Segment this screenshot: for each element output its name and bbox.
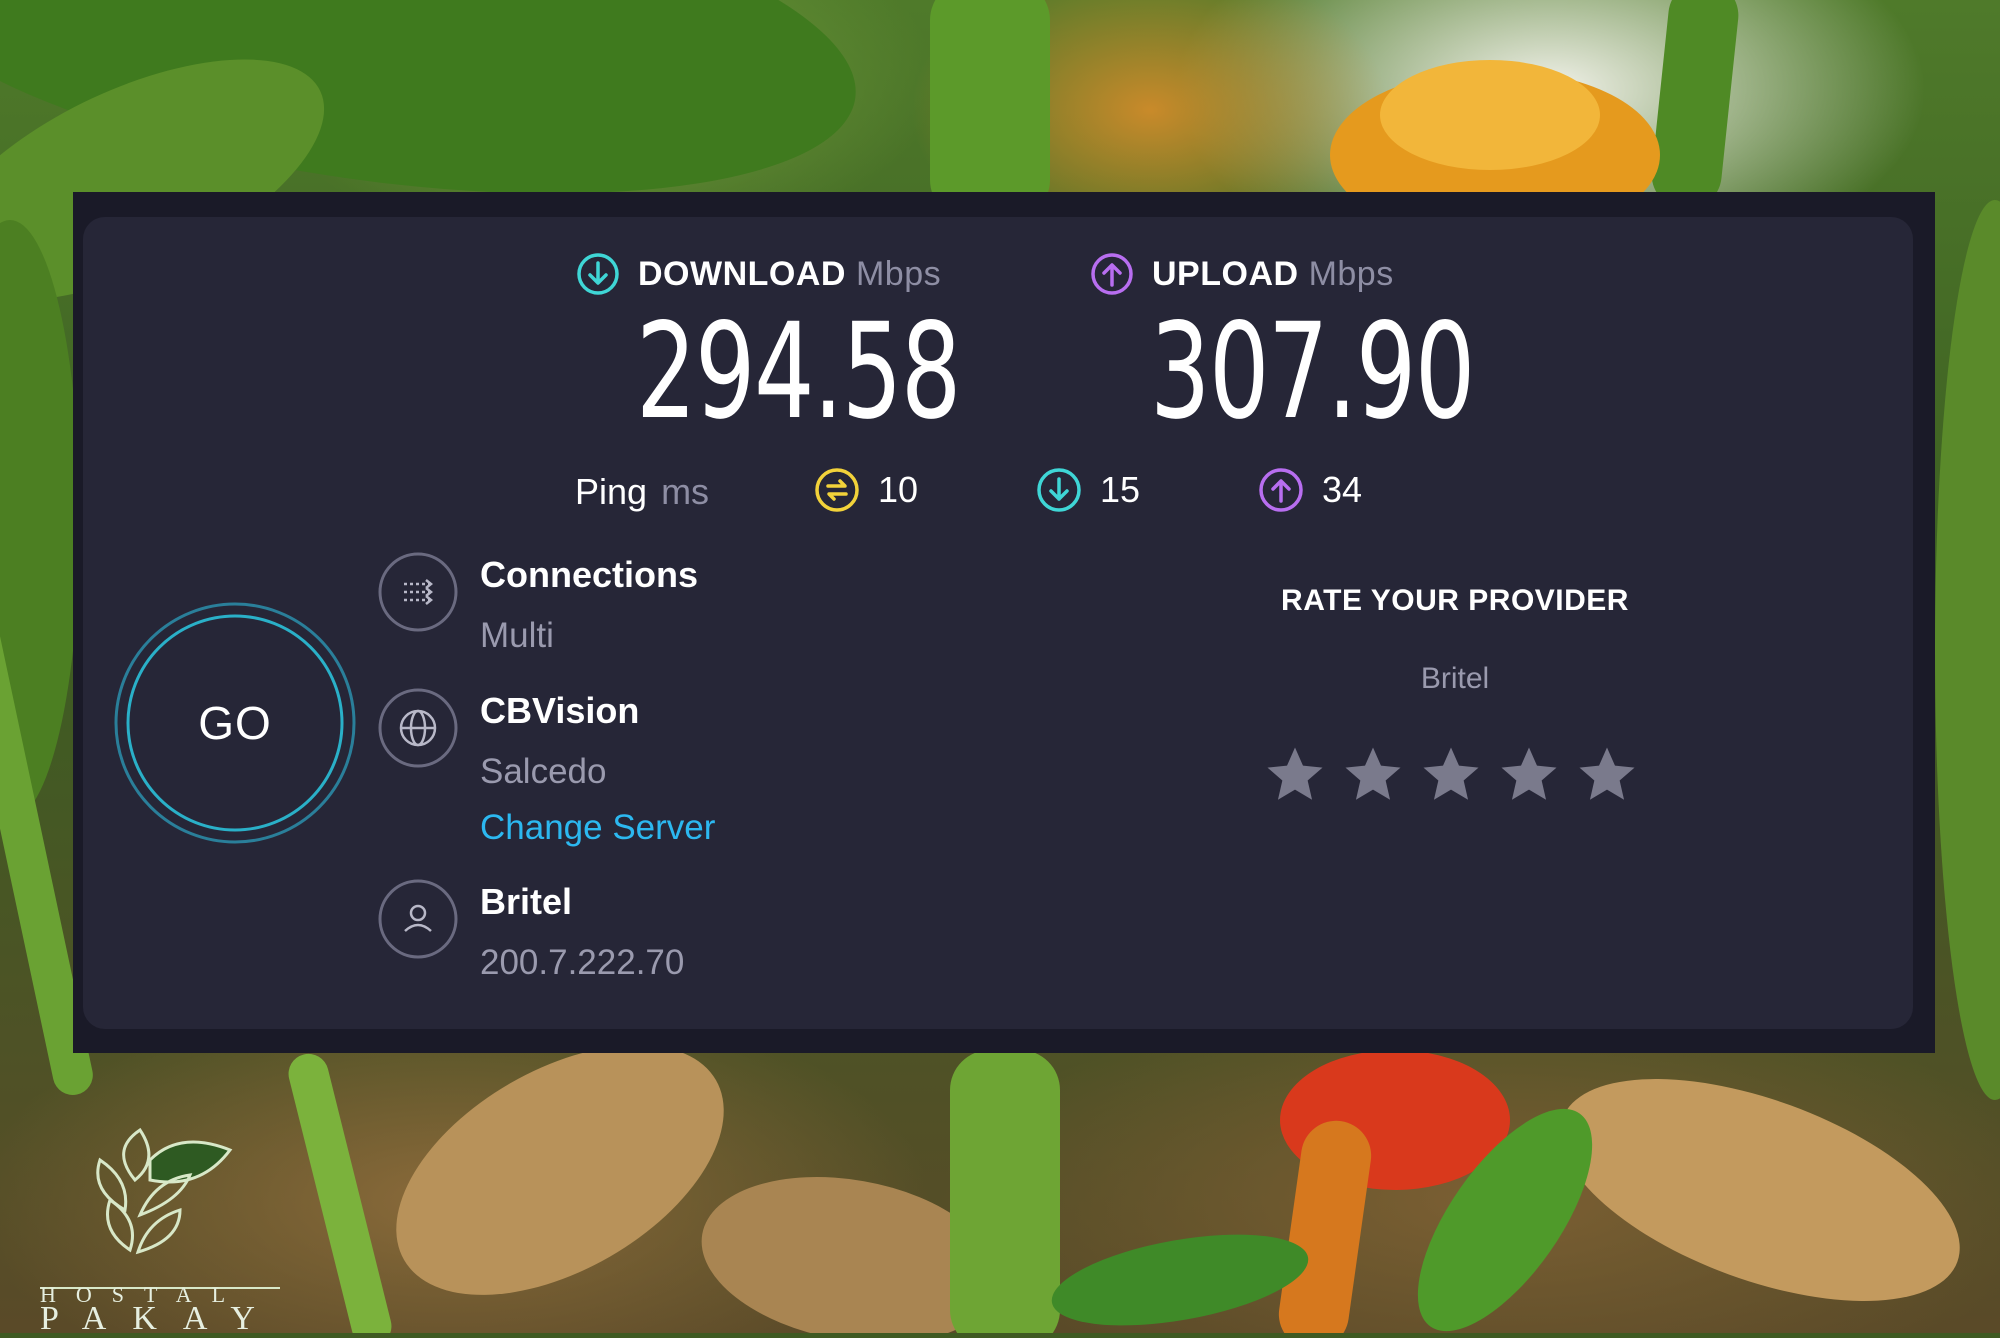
star-icon[interactable] <box>1262 742 1328 808</box>
background-flower <box>1380 60 1600 170</box>
ping-upload: 34 <box>1258 467 1362 513</box>
user-icon <box>378 879 458 959</box>
star-icon[interactable] <box>1496 742 1562 808</box>
upload-value: 307.90 <box>1150 295 1475 449</box>
rate-provider-title: RATE YOUR PROVIDER <box>1281 584 1629 617</box>
download-header: DOWNLOAD Mbps <box>576 252 941 296</box>
globe-icon <box>378 688 458 768</box>
background-stem <box>930 0 1050 220</box>
ping-label-group: Ping ms <box>575 467 709 517</box>
star-icon[interactable] <box>1418 742 1484 808</box>
download-label: DOWNLOAD <box>638 254 846 293</box>
provider-title: Britel <box>480 881 573 922</box>
background-leaf <box>1531 1033 1989 1333</box>
upload-arrow-icon <box>1259 468 1303 512</box>
change-server-link[interactable]: Change Server <box>480 808 715 848</box>
ping-idle-icon <box>815 468 859 512</box>
download-value: 294.58 <box>636 295 961 449</box>
ping-upload-value: 34 <box>1322 469 1363 510</box>
rate-provider-name: Britel <box>1420 662 1490 695</box>
watermark-line2: PAKAY <box>40 1300 281 1337</box>
background-stem <box>1648 0 1742 214</box>
connections-icon <box>378 552 458 632</box>
upload-header: UPLOAD Mbps <box>1090 252 1394 296</box>
ping-idle-value: 10 <box>878 469 919 510</box>
go-button[interactable]: GO <box>112 600 358 846</box>
background-stem <box>284 1049 396 1333</box>
connections-title: Connections <box>480 554 699 595</box>
download-arrow-icon <box>577 253 619 295</box>
background-stem <box>950 1050 1060 1333</box>
connections-value: Multi <box>480 616 554 655</box>
upload-label: UPLOAD <box>1152 254 1299 293</box>
ping-download-value: 15 <box>1100 469 1141 510</box>
star-icon[interactable] <box>1340 742 1406 808</box>
go-button-label[interactable]: GO <box>112 600 358 846</box>
upload-arrow-icon <box>1091 253 1133 295</box>
background-leaf <box>1045 1218 1315 1333</box>
download-unit: Mbps <box>855 254 942 293</box>
download-arrow-icon <box>1037 468 1081 512</box>
ping-label: Ping <box>575 471 648 512</box>
ping-download: 15 <box>1036 467 1140 513</box>
ping-idle: 10 <box>814 467 918 513</box>
server-location: Salcedo <box>480 752 607 791</box>
upload-unit: Mbps <box>1308 254 1394 293</box>
ping-unit: ms <box>661 471 710 512</box>
background-leaf <box>1935 200 2000 1100</box>
provider-ip: 200.7.222.70 <box>480 943 685 982</box>
star-icon[interactable] <box>1574 742 1640 808</box>
server-title: CBVision <box>480 690 640 731</box>
rating-stars <box>1262 742 1652 808</box>
